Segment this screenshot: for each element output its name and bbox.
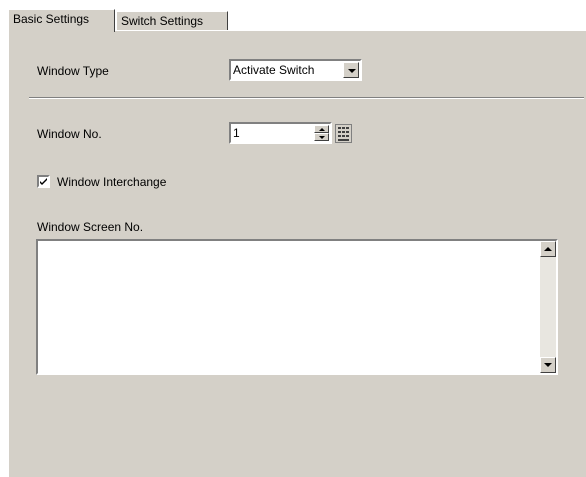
- window-screen-no-label: Window Screen No.: [37, 220, 144, 234]
- window-no-spinner[interactable]: [314, 125, 329, 141]
- tab-basic-settings[interactable]: Basic Settings: [8, 9, 115, 32]
- spin-down-icon: [319, 136, 325, 139]
- keypad-icon[interactable]: [335, 124, 352, 143]
- scroll-down-button[interactable]: [540, 357, 556, 373]
- tab-switch-settings[interactable]: Switch Settings: [116, 11, 228, 30]
- chevron-down-icon: [348, 69, 356, 73]
- scroll-up-icon: [544, 247, 552, 251]
- window-interchange-label[interactable]: Window Interchange: [57, 175, 166, 189]
- window-no-value: 1: [233, 126, 240, 140]
- window-screen-no-list[interactable]: [36, 239, 558, 375]
- dropdown-button[interactable]: [343, 62, 359, 78]
- window-type-dropdown[interactable]: Activate Switch: [229, 59, 362, 81]
- scroll-down-icon: [544, 363, 552, 367]
- scroll-up-button[interactable]: [540, 241, 556, 257]
- vertical-scrollbar[interactable]: [540, 241, 556, 373]
- spin-up-icon: [319, 128, 325, 131]
- window-no-input[interactable]: 1: [229, 122, 332, 144]
- spin-down-button[interactable]: [314, 133, 329, 141]
- window-interchange-checkbox[interactable]: [37, 175, 50, 188]
- window-type-value: Activate Switch: [233, 63, 315, 77]
- checkmark-icon: [40, 178, 47, 185]
- separator-highlight: [29, 98, 584, 99]
- window-no-label: Window No.: [37, 127, 102, 141]
- spin-up-button[interactable]: [314, 125, 329, 133]
- window-type-label: Window Type: [37, 64, 109, 78]
